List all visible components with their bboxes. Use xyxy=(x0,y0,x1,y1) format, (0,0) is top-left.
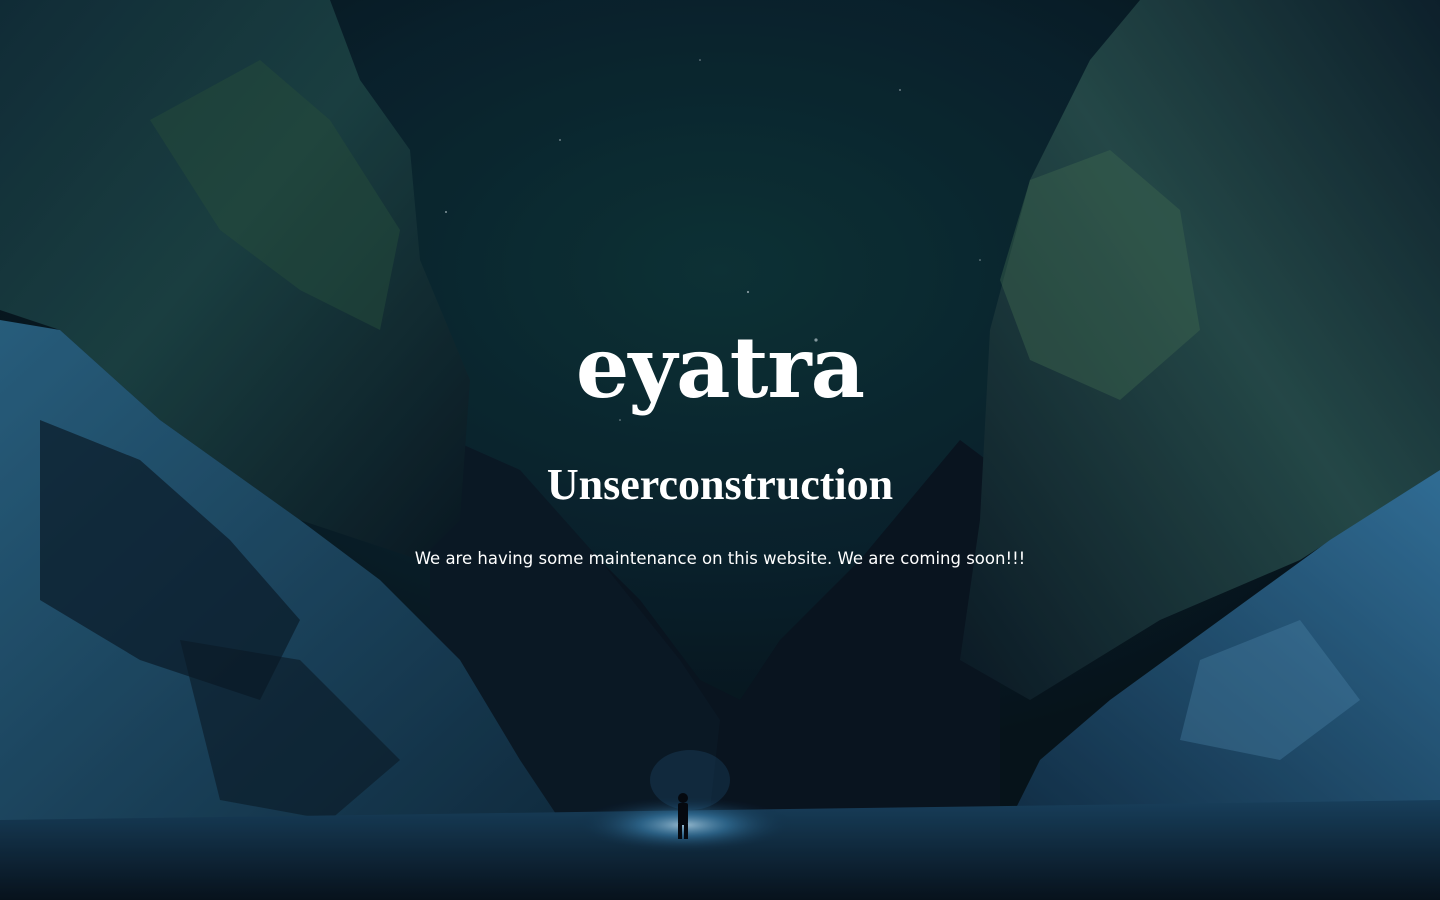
maintenance-content: eyatra Unserconstruction We are having s… xyxy=(0,0,1440,900)
maintenance-message: We are having some maintenance on this w… xyxy=(414,549,1026,568)
maintenance-headline: Unserconstruction xyxy=(546,460,894,509)
maintenance-page: eyatra Unserconstruction We are having s… xyxy=(0,0,1440,900)
site-logo: eyatra xyxy=(575,318,865,417)
